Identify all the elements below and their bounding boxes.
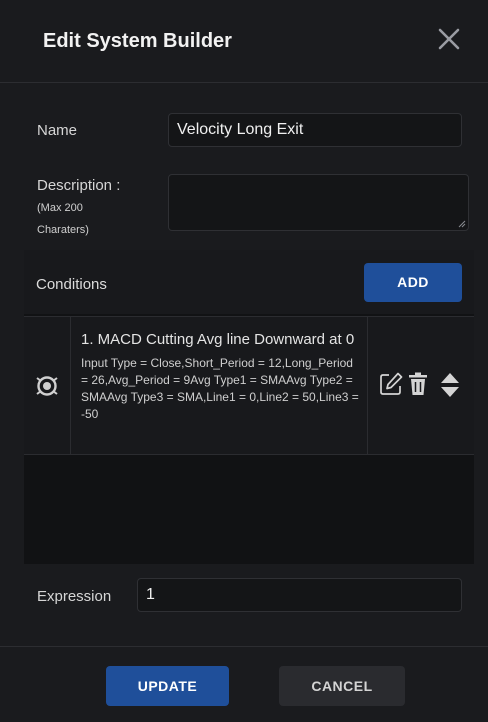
condition-title: 1. MACD Cutting Avg line Downward at 0 — [81, 331, 355, 348]
condition-type-cell — [24, 317, 71, 454]
edit-icon[interactable] — [378, 371, 404, 397]
conditions-header: Conditions ADD — [24, 250, 474, 314]
expression-input[interactable] — [137, 578, 462, 612]
expression-label: Expression — [37, 588, 112, 605]
description-hint-line2: Charaters) — [37, 224, 89, 236]
close-icon[interactable] — [436, 26, 462, 52]
footer-divider — [0, 646, 488, 647]
name-label: Name — [37, 122, 78, 139]
conditions-title: Conditions — [36, 276, 107, 293]
description-label: Description : — [37, 177, 121, 194]
conditions-panel: Conditions ADD 1. MACD Cutting Avg line … — [24, 250, 474, 564]
edit-system-builder-modal: Edit System Builder Name Description : (… — [0, 0, 488, 722]
condition-row[interactable]: 1. MACD Cutting Avg line Downward at 0 I… — [24, 316, 474, 455]
modal-header: Edit System Builder — [0, 0, 488, 83]
condition-text: 1. MACD Cutting Avg line Downward at 0 I… — [81, 329, 361, 423]
condition-actions — [367, 317, 475, 454]
description-textarea[interactable] — [168, 174, 469, 231]
cancel-button[interactable]: CANCEL — [279, 666, 405, 706]
resize-grip-icon[interactable] — [458, 220, 466, 228]
modal-title: Edit System Builder — [43, 30, 232, 52]
condition-detail: Input Type = Close,Short_Period = 12,Lon… — [81, 356, 359, 421]
update-button[interactable]: UPDATE — [106, 666, 229, 706]
condition-type-icon — [36, 376, 58, 396]
description-hint-line1: (Max 200 — [37, 202, 83, 214]
trash-icon[interactable] — [408, 372, 428, 396]
name-input[interactable] — [168, 113, 462, 147]
add-condition-button[interactable]: ADD — [364, 263, 462, 302]
reorder-arrows-icon[interactable] — [440, 372, 460, 398]
